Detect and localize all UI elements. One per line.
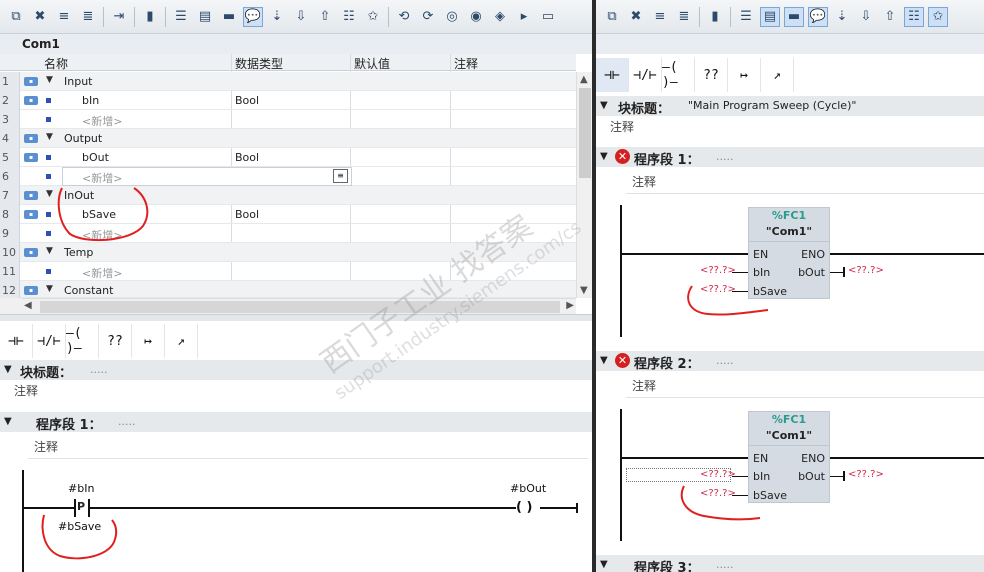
right-editor-pane: ⧉ ✖ ≡ ≣ ▮ ☰ ▤ ▬ 💬 ⇣ ⇩ ⇧ ☷ ✩ ⊣⊢ ⊣/⊢ –( )–… xyxy=(596,0,984,572)
left-editor-pane: ⧉ ✖ ≡ ≣ ⇥ ▮ ☰ ▤ ▬ 💬 ⇣ ⇩ ⇧ ☷ ✩ ⟲ ⟳ ◎ ◉ ◈ … xyxy=(0,0,594,572)
red-annotation xyxy=(41,187,149,560)
red-annotation xyxy=(680,285,769,521)
